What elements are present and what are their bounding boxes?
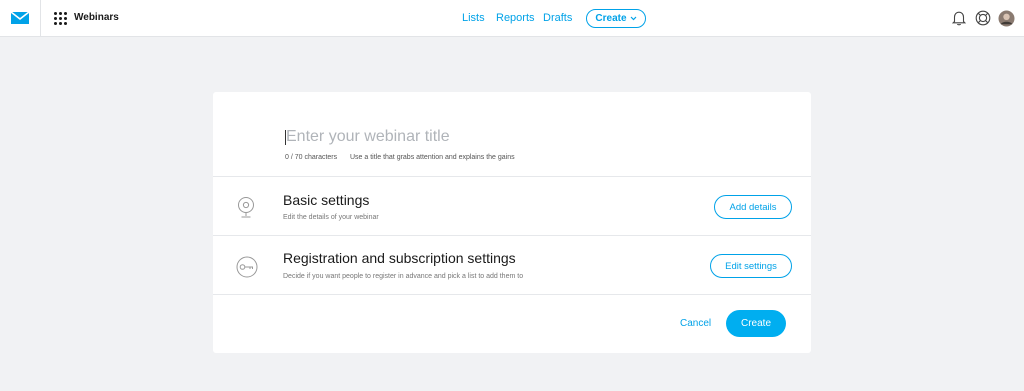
create-webinar-button[interactable]: Create bbox=[726, 310, 786, 337]
bell-icon[interactable] bbox=[952, 10, 966, 26]
registration-settings-description: Decide if you want people to register in… bbox=[283, 273, 524, 280]
title-section: 0 / 70 characters Use a title that grabs… bbox=[213, 92, 811, 177]
basic-settings-section: Basic settings Edit the details of your … bbox=[213, 177, 811, 236]
envelope-logo-icon[interactable] bbox=[0, 0, 41, 36]
webcam-icon bbox=[238, 197, 254, 218]
nav-reports[interactable]: Reports bbox=[496, 12, 535, 24]
key-icon bbox=[236, 256, 258, 278]
cancel-button[interactable]: Cancel bbox=[680, 318, 711, 329]
title-hint: Use a title that grabs attention and exp… bbox=[350, 154, 515, 161]
basic-settings-description: Edit the details of your webinar bbox=[283, 214, 379, 221]
top-bar: Webinars Lists Reports Drafts Create bbox=[0, 0, 1024, 37]
apps-grid-icon[interactable] bbox=[54, 12, 67, 25]
nav-drafts[interactable]: Drafts bbox=[543, 12, 572, 24]
basic-settings-title: Basic settings bbox=[283, 192, 370, 208]
lifebuoy-icon[interactable] bbox=[975, 10, 991, 26]
character-counter: 0 / 70 characters bbox=[285, 154, 338, 161]
product-title: Webinars bbox=[74, 12, 119, 23]
chevron-down-icon bbox=[630, 16, 636, 21]
nav-lists[interactable]: Lists bbox=[462, 12, 485, 24]
webinar-title-input[interactable] bbox=[286, 127, 706, 147]
header-create-label: Create bbox=[595, 13, 627, 24]
registration-settings-title: Registration and subscription settings bbox=[283, 250, 516, 266]
edit-settings-button[interactable]: Edit settings bbox=[710, 254, 792, 278]
webinar-setup-card: 0 / 70 characters Use a title that grabs… bbox=[213, 92, 811, 353]
add-details-button[interactable]: Add details bbox=[714, 195, 792, 219]
avatar[interactable] bbox=[998, 10, 1015, 27]
registration-settings-section: Registration and subscription settings D… bbox=[213, 236, 811, 295]
header-create-button[interactable]: Create bbox=[586, 9, 646, 28]
